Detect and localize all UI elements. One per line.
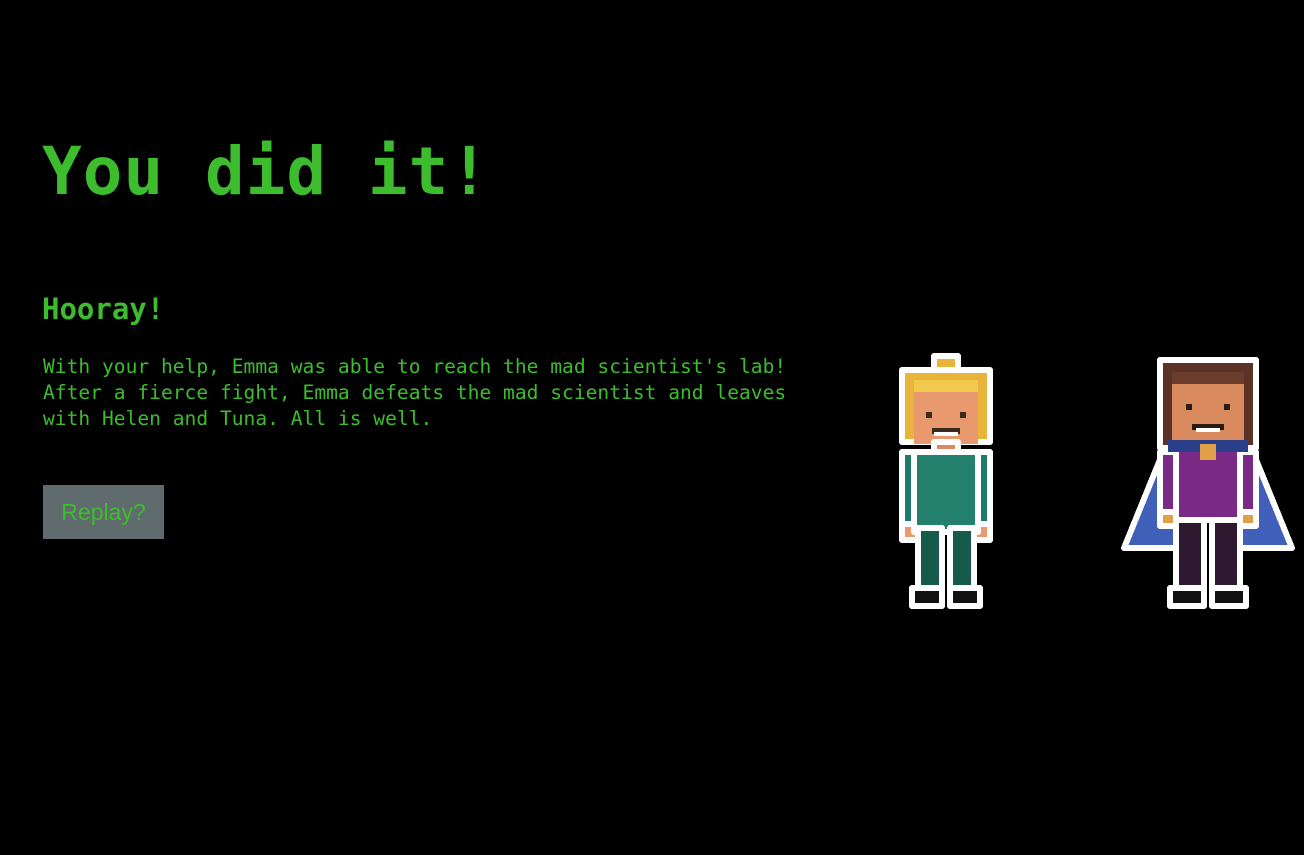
page-title: You did it! xyxy=(42,133,491,210)
page-subtitle: Hooray! xyxy=(42,292,165,326)
story-text: With your help, Emma was able to reach t… xyxy=(43,354,786,432)
story-line-3: with Helen and Tuna. All is well. xyxy=(43,407,433,430)
blonde-girl-sprite-icon xyxy=(899,353,993,609)
story-line-2: After a fierce fight, Emma defeats the m… xyxy=(43,381,787,404)
caped-woman-sprite-icon xyxy=(1121,357,1295,609)
replay-button[interactable]: Replay? xyxy=(43,485,164,539)
sprite-outline xyxy=(899,353,993,609)
story-line-1: With your help, Emma was able to reach t… xyxy=(43,355,787,378)
